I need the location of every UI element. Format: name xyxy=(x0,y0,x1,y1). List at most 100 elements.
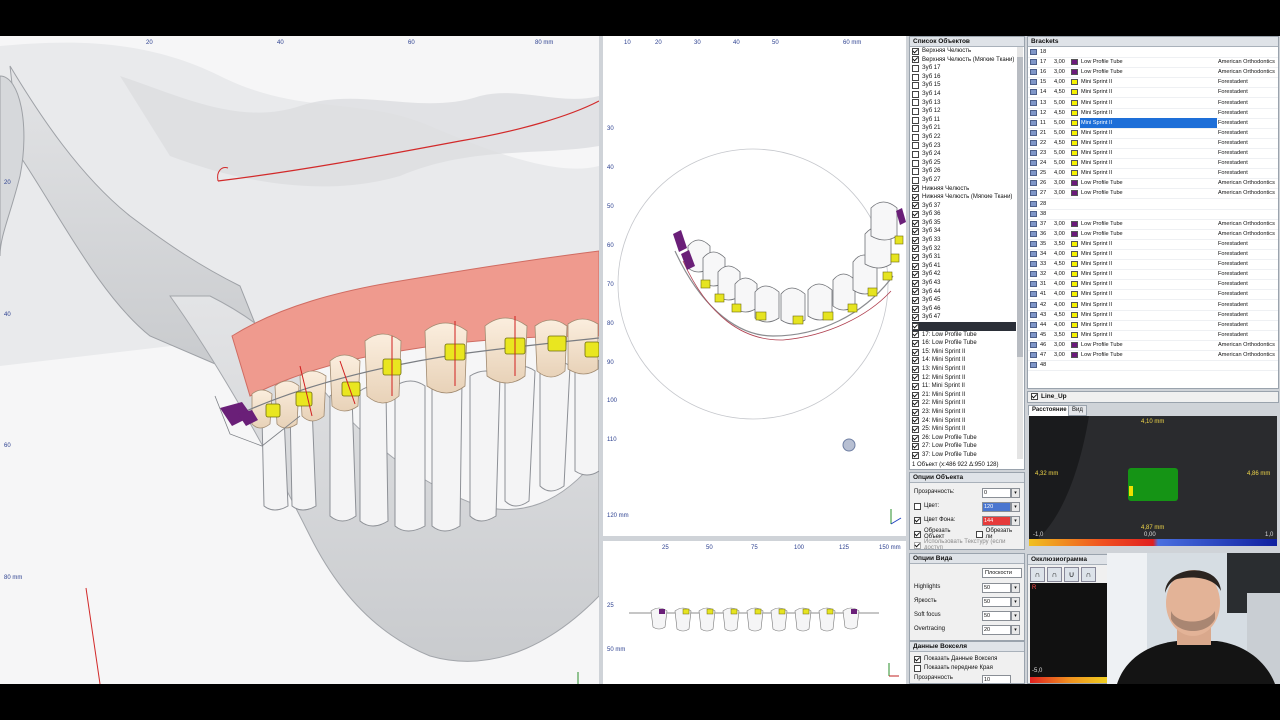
bracket-color-swatch[interactable] xyxy=(1071,190,1078,197)
tab-view[interactable]: Вид xyxy=(1068,405,1087,416)
object-list-item[interactable]: Зуб 36 xyxy=(912,210,1016,219)
object-list-item[interactable]: Зуб 23 xyxy=(912,142,1016,151)
object-visibility-checkbox[interactable] xyxy=(912,374,919,382)
viewport-occlusal[interactable]: 10 20 30 40 50 60 mm 30 40 50 60 70 80 9… xyxy=(603,36,906,536)
color-stepper[interactable]: ▾ xyxy=(1011,502,1020,512)
object-list-item[interactable]: 37: Low Profile Tube xyxy=(912,451,1016,460)
bracket-color-swatch[interactable] xyxy=(1071,251,1078,257)
object-list-item[interactable]: Зуб 12 xyxy=(912,107,1016,116)
object-list-item[interactable]: 21: Mini Sprint II xyxy=(912,391,1016,400)
object-list-item[interactable]: Зуб 24 xyxy=(912,150,1016,159)
object-visibility-checkbox[interactable] xyxy=(912,125,919,133)
bracket-color-swatch[interactable] xyxy=(1071,129,1078,136)
object-list-item[interactable]: Верхняя Челюсть xyxy=(912,47,1016,56)
object-list-item[interactable]: 11: Mini Sprint II xyxy=(912,382,1016,391)
object-list-item[interactable]: Зуб 47 xyxy=(912,313,1016,322)
object-visibility-checkbox[interactable] xyxy=(912,262,919,270)
object-visibility-checkbox[interactable] xyxy=(912,348,919,356)
arch-outline-icon[interactable]: ∩ xyxy=(1047,567,1062,582)
object-list-item[interactable]: Зуб 17 xyxy=(912,64,1016,73)
bracket-color-swatch[interactable] xyxy=(1071,281,1078,288)
occlusiogram-view[interactable]: R -5,0 xyxy=(1030,583,1108,683)
viewport-3d-main[interactable]: 20 40 60 80 mm 20 40 60 80 mm xyxy=(0,36,599,684)
upper-arch-icon[interactable]: ∩ xyxy=(1030,567,1045,582)
object-list-item[interactable]: Зуб 25 xyxy=(912,159,1016,168)
bracket-color-swatch[interactable] xyxy=(1071,79,1078,86)
object-visibility-checkbox[interactable] xyxy=(912,168,919,176)
view-option-input[interactable]: 20 xyxy=(982,625,1011,635)
object-visibility-checkbox[interactable] xyxy=(912,443,919,451)
object-list-item[interactable]: Зуб 37 xyxy=(912,202,1016,211)
object-list-item[interactable]: 26: Low Profile Tube xyxy=(912,434,1016,443)
transparency-stepper[interactable]: ▾ xyxy=(1011,488,1020,498)
color-value[interactable]: 120 xyxy=(982,502,1011,512)
object-list-item[interactable]: Зуб 46 xyxy=(912,305,1016,314)
object-visibility-checkbox[interactable] xyxy=(912,219,919,227)
bg-color-value[interactable]: 144 xyxy=(982,516,1011,526)
view-option-stepper[interactable]: ▾ xyxy=(1011,597,1020,607)
object-visibility-checkbox[interactable] xyxy=(912,451,919,459)
view-option-stepper[interactable]: ▾ xyxy=(1011,611,1020,621)
object-visibility-checkbox[interactable] xyxy=(912,279,919,287)
both-arches-icon[interactable]: ∩ xyxy=(1081,567,1096,582)
bracket-color-swatch[interactable] xyxy=(1071,341,1078,348)
view-option-input[interactable]: 50 xyxy=(982,597,1011,607)
object-list-item[interactable]: Зуб 32 xyxy=(912,245,1016,254)
bracket-row[interactable]: 48 xyxy=(1028,360,1278,372)
object-list-item[interactable]: 12: Mini Sprint II xyxy=(912,374,1016,383)
object-visibility-checkbox[interactable] xyxy=(912,357,919,365)
object-visibility-checkbox[interactable] xyxy=(912,56,919,64)
object-list-item[interactable]: Зуб 34 xyxy=(912,227,1016,236)
object-visibility-checkbox[interactable] xyxy=(912,382,919,390)
object-list-item[interactable]: Нижняя Челюсть (Мягкие Ткани) xyxy=(912,193,1016,202)
transparency-input[interactable]: 0 xyxy=(982,488,1011,498)
object-visibility-checkbox[interactable] xyxy=(912,417,919,425)
object-visibility-checkbox[interactable] xyxy=(912,193,919,201)
viewport-frontal[interactable]: 25 50 75 100 125 150 mm 25 50 mm xyxy=(603,541,906,684)
object-visibility-checkbox[interactable] xyxy=(912,142,919,150)
object-list-item[interactable]: Зуб 27 xyxy=(912,176,1016,185)
object-list-item[interactable]: Верхняя Челюсть (Мягкие Ткани) xyxy=(912,56,1016,65)
object-list-item[interactable]: Зуб 41 xyxy=(912,262,1016,271)
bracket-color-swatch[interactable] xyxy=(1071,69,1078,76)
object-visibility-checkbox[interactable] xyxy=(912,425,919,433)
bracket-color-swatch[interactable] xyxy=(1071,352,1078,358)
lower-arch-icon[interactable]: ∪ xyxy=(1064,567,1079,582)
clip-object-checkbox[interactable] xyxy=(914,530,921,538)
object-list-item[interactable]: Нижняя Челюсть xyxy=(912,185,1016,194)
object-list-item[interactable]: 27: Low Profile Tube xyxy=(912,442,1016,451)
bracket-color-swatch[interactable] xyxy=(1071,99,1078,106)
object-visibility-checkbox[interactable] xyxy=(912,297,919,305)
object-visibility-checkbox[interactable] xyxy=(912,90,919,98)
object-visibility-checkbox[interactable] xyxy=(912,339,919,347)
use-texture-checkbox[interactable] xyxy=(914,541,921,549)
object-visibility-checkbox[interactable] xyxy=(912,271,919,279)
object-visibility-checkbox[interactable] xyxy=(912,159,919,167)
object-list-item[interactable]: Зуб 43 xyxy=(912,279,1016,288)
object-list-item[interactable]: Зуб 21 xyxy=(912,124,1016,133)
bracket-color-swatch[interactable] xyxy=(1071,160,1078,167)
bracket-color-swatch[interactable] xyxy=(1071,220,1078,227)
clip-other-checkbox[interactable] xyxy=(975,530,983,538)
bracket-color-swatch[interactable] xyxy=(1071,170,1078,177)
object-visibility-checkbox[interactable] xyxy=(912,211,919,219)
bracket-color-swatch[interactable] xyxy=(1071,139,1078,146)
object-list-item[interactable]: 14: Mini Sprint II xyxy=(912,356,1016,365)
object-list-item[interactable]: Зуб 16 xyxy=(912,73,1016,82)
object-visibility-checkbox[interactable] xyxy=(912,314,919,322)
line-up-view[interactable]: 4,10 mm 4,32 mm 4,86 mm 4,87 mm -1,0 0,0… xyxy=(1029,416,1277,546)
show-front-checkbox[interactable] xyxy=(914,664,921,672)
bracket-color-swatch[interactable] xyxy=(1071,109,1078,116)
object-list-item[interactable]: Зуб 42 xyxy=(912,270,1016,279)
object-visibility-checkbox[interactable] xyxy=(912,322,919,330)
object-list-item[interactable]: 15: Mini Sprint II xyxy=(912,348,1016,357)
objects-list[interactable]: Верхняя Челюсть Верхняя Челюсть (Мягкие Т… xyxy=(912,47,1016,460)
bracket-color-swatch[interactable] xyxy=(1071,321,1078,328)
view-option-stepper[interactable]: ▾ xyxy=(1011,583,1020,593)
tab-distance[interactable]: Расстояние xyxy=(1028,405,1071,416)
view-option-input[interactable]: 50 xyxy=(982,583,1011,593)
bg-color-checkbox[interactable] xyxy=(914,516,921,524)
bracket-color-swatch[interactable] xyxy=(1071,59,1078,66)
object-visibility-checkbox[interactable] xyxy=(912,107,919,115)
object-list-item[interactable]: Зуб 44 xyxy=(912,288,1016,297)
